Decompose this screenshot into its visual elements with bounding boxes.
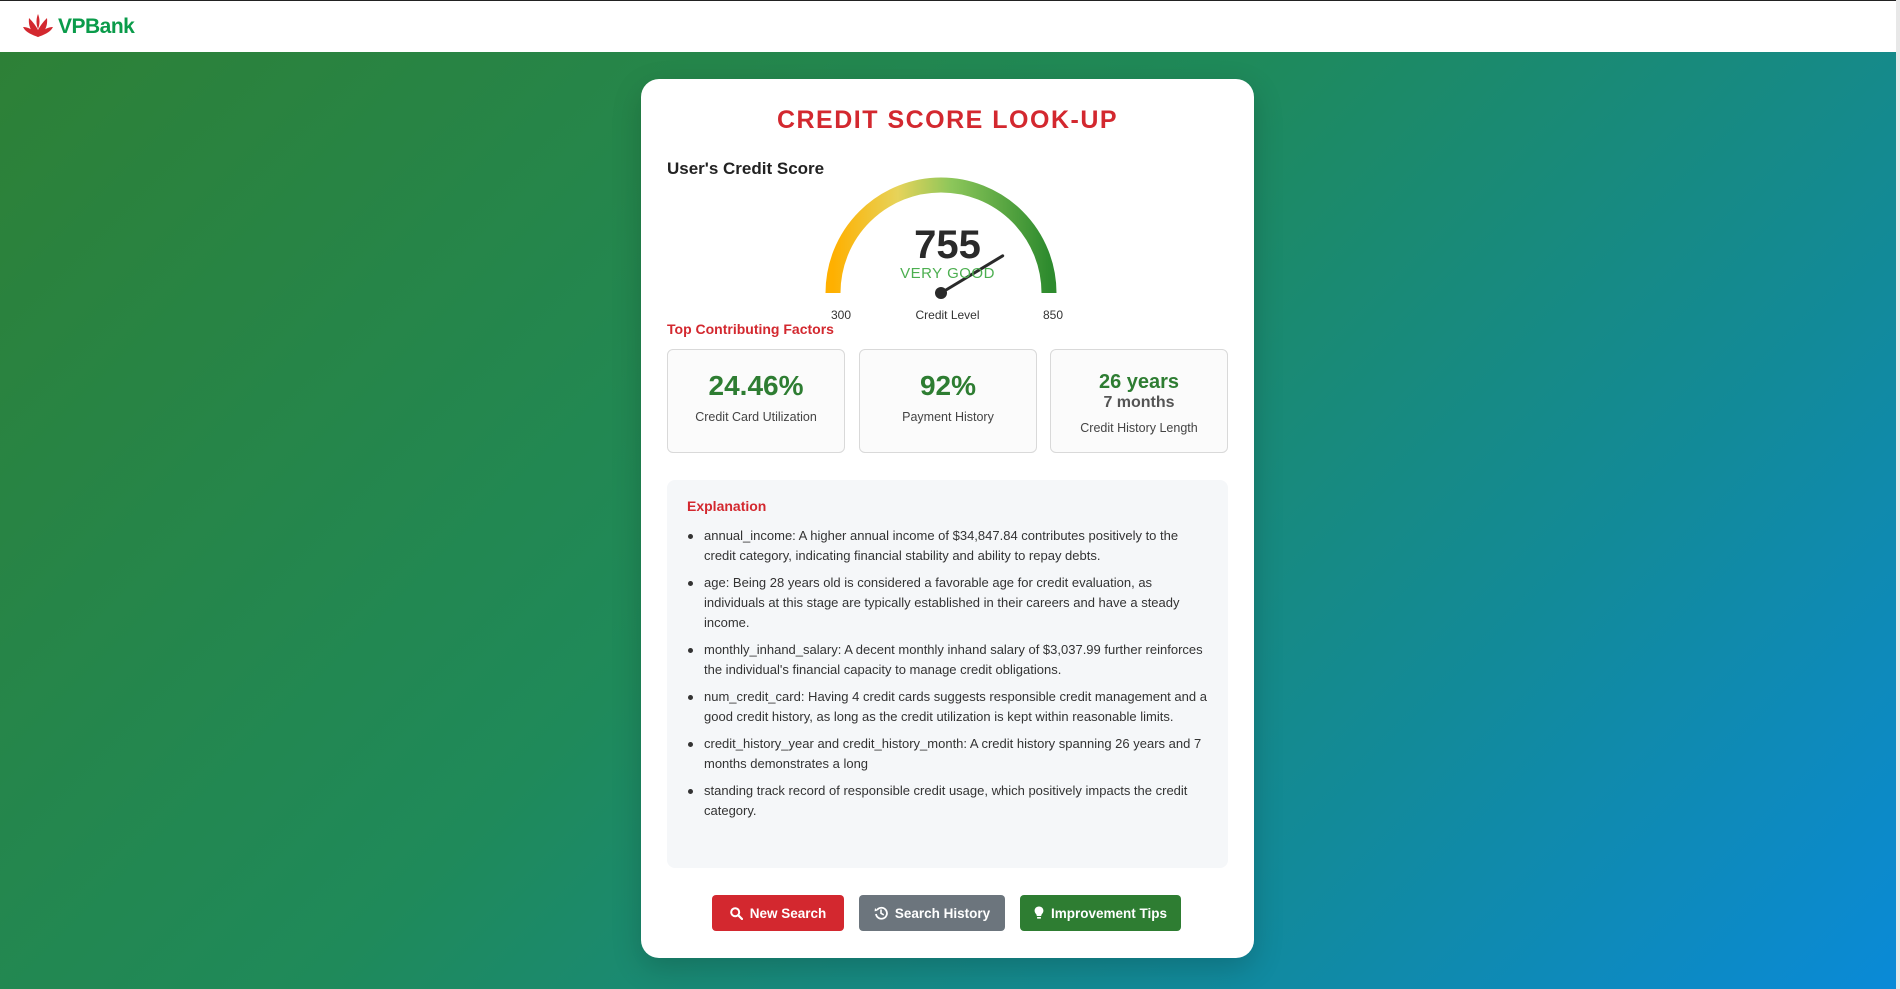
improvement-tips-label: Improvement Tips: [1050, 905, 1168, 921]
vpbank-logo[interactable]: VPBank: [22, 13, 135, 41]
factor-card-payment-history: 92% Payment History: [859, 349, 1037, 453]
explanation-title: Explanation: [687, 498, 767, 514]
gauge-max-label: 850: [1043, 308, 1064, 322]
factor-value-secondary: 7 months: [1103, 394, 1175, 411]
search-history-button[interactable]: Search History: [859, 895, 1005, 931]
factor-label: Credit Card Utilization: [695, 410, 817, 424]
vpbank-logo-icon: [23, 13, 53, 37]
explanation-item: annual_income: A higher annual income of…: [687, 526, 1208, 566]
lightbulb-icon: [1034, 906, 1044, 919]
new-search-button[interactable]: New Search: [712, 895, 844, 931]
history-icon: [874, 906, 888, 920]
factors-title: Top Contributing Factors: [667, 321, 834, 337]
gauge-needle-pivot: [935, 287, 947, 299]
credit-score-rating: VERY GOOD: [900, 265, 995, 282]
factor-card-utilization: 24.46% Credit Card Utilization: [667, 349, 845, 453]
page-title: CREDIT SCORE LOOK-UP: [776, 106, 1119, 134]
factor-label: Payment History: [902, 410, 994, 424]
gauge-caption: Credit Level: [915, 308, 980, 322]
explanation-item: credit_history_year and credit_history_m…: [687, 734, 1208, 774]
improvement-tips-button[interactable]: Improvement Tips: [1020, 895, 1181, 931]
top-navbar: VPBank: [0, 0, 1900, 52]
factor-value: 92%: [919, 370, 977, 401]
credit-score-label: User's Credit Score: [667, 159, 825, 178]
explanation-list: annual_income: A higher annual income of…: [687, 526, 1208, 821]
explanation-panel: Explanation annual_income: A higher annu…: [667, 480, 1228, 868]
credit-score-value: 755: [914, 223, 981, 267]
factor-value: 26 years: [1098, 371, 1180, 393]
explanation-item: num_credit_card: Having 4 credit cards s…: [687, 687, 1208, 727]
new-search-label: New Search: [749, 905, 827, 921]
brand-name: VPBank: [58, 14, 135, 38]
search-history-label: Search History: [894, 905, 991, 921]
credit-score-card: CREDIT SCORE LOOK-UP User's Credit Score…: [641, 79, 1254, 958]
factor-card-history-length: 26 years 7 months Credit History Length: [1050, 349, 1228, 453]
factor-label: Credit History Length: [1080, 421, 1198, 435]
factor-value: 24.46%: [708, 370, 804, 401]
explanation-item: age: Being 28 years old is considered a …: [687, 573, 1208, 633]
explanation-item: standing track record of responsible cre…: [687, 781, 1208, 821]
explanation-item: monthly_inhand_salary: A decent monthly …: [687, 640, 1208, 680]
scrollbar[interactable]: [1896, 0, 1900, 989]
search-icon: [729, 906, 743, 920]
